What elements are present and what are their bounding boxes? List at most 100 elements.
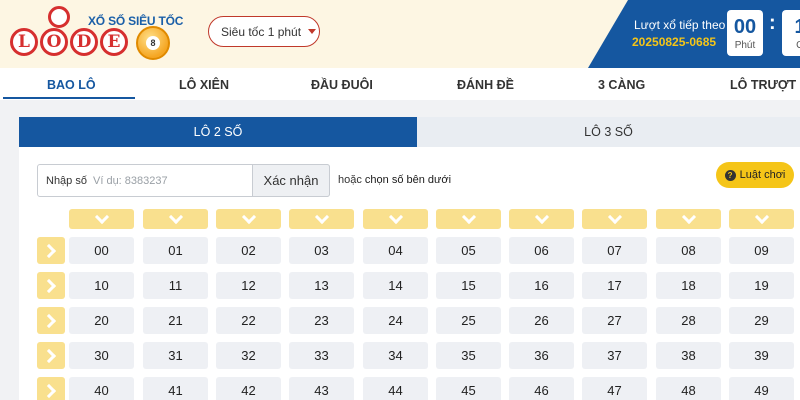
chevron-down-icon — [388, 209, 403, 224]
column-select-button[interactable] — [363, 209, 428, 229]
row-select-button[interactable] — [37, 307, 65, 334]
number-cell[interactable]: 48 — [656, 377, 721, 400]
number-cell[interactable]: 35 — [436, 342, 501, 369]
column-select-button[interactable] — [216, 209, 281, 229]
number-cell[interactable]: 13 — [289, 272, 354, 299]
number-cell[interactable]: 07 — [582, 237, 647, 264]
number-entry: Nhập số Xác nhận — [37, 164, 330, 197]
number-cell[interactable]: 08 — [656, 237, 721, 264]
subtab-lo-2-so[interactable]: LÔ 2 SỐ — [19, 117, 417, 147]
number-cell[interactable]: 49 — [729, 377, 794, 400]
column-select-button[interactable] — [582, 209, 647, 229]
category-nav: BAO LÔ LÔ XIÊN ĐẦU ĐUÔI ĐÁNH ĐỀ 3 CÀNG L… — [0, 68, 800, 100]
row-select-button[interactable] — [37, 377, 65, 400]
number-cell[interactable]: 15 — [436, 272, 501, 299]
column-select-button[interactable] — [143, 209, 208, 229]
minutes-value: 00 — [733, 16, 757, 38]
tab-lo-xien[interactable]: LÔ XIÊN — [179, 78, 229, 92]
tab-lo-truot[interactable]: LÔ TRƯỢT — [730, 78, 796, 92]
logo-letter: O — [40, 28, 68, 56]
number-input[interactable] — [93, 166, 253, 195]
next-draw-label: Lượt xổ tiếp theo — [634, 18, 726, 32]
number-cell[interactable]: 43 — [289, 377, 354, 400]
number-cell[interactable]: 05 — [436, 237, 501, 264]
number-cell[interactable]: 34 — [363, 342, 428, 369]
number-cell[interactable]: 37 — [582, 342, 647, 369]
number-panel: Nhập số Xác nhận hoặc chọn số bên dưới ?… — [19, 147, 800, 400]
number-cell[interactable]: 25 — [436, 307, 501, 334]
seconds-unit: G — [782, 40, 800, 51]
rules-label: Luật chơi — [739, 169, 786, 181]
countdown-panel: Lượt xổ tiếp theo 20250825-0685 00 Phút … — [588, 0, 800, 68]
number-cell[interactable]: 27 — [582, 307, 647, 334]
number-cell[interactable]: 00 — [69, 237, 134, 264]
column-select-button[interactable] — [729, 209, 794, 229]
number-cell[interactable]: 46 — [509, 377, 574, 400]
number-cell[interactable]: 29 — [729, 307, 794, 334]
time-separator: : — [769, 12, 776, 34]
number-cell[interactable]: 28 — [656, 307, 721, 334]
number-cell[interactable]: 40 — [69, 377, 134, 400]
row-select-button[interactable] — [37, 342, 65, 369]
chevron-right-icon — [41, 348, 56, 363]
tab-dau-duoi[interactable]: ĐẦU ĐUÔI — [311, 78, 373, 92]
number-cell[interactable]: 22 — [216, 307, 281, 334]
column-select-button[interactable] — [289, 209, 354, 229]
confirm-button[interactable]: Xác nhận — [252, 164, 330, 197]
number-cell[interactable]: 36 — [509, 342, 574, 369]
row-select-button[interactable] — [37, 237, 65, 264]
number-cell[interactable]: 12 — [216, 272, 281, 299]
number-cell[interactable]: 38 — [656, 342, 721, 369]
number-cell[interactable]: 03 — [289, 237, 354, 264]
number-cell[interactable]: 01 — [143, 237, 208, 264]
caret-down-icon — [308, 29, 317, 34]
column-select-button[interactable] — [509, 209, 574, 229]
number-cell[interactable]: 42 — [216, 377, 281, 400]
tab-3-cang[interactable]: 3 CÀNG — [598, 78, 645, 92]
number-cell[interactable]: 18 — [656, 272, 721, 299]
number-cell[interactable]: 47 — [582, 377, 647, 400]
tab-bao-lo[interactable]: BAO LÔ — [47, 78, 96, 92]
number-cell[interactable]: 10 — [69, 272, 134, 299]
number-cell[interactable]: 44 — [363, 377, 428, 400]
seconds-box: 1 G — [782, 10, 800, 56]
row-select-button[interactable] — [37, 272, 65, 299]
number-cell[interactable]: 26 — [509, 307, 574, 334]
content-area: LÔ 2 SỐ LÔ 3 SỐ Nhập số Xác nhận hoặc ch… — [0, 100, 800, 400]
minutes-unit: Phút — [734, 40, 756, 51]
tab-danh-de[interactable]: ĐÁNH ĐỀ — [457, 78, 514, 92]
number-cell[interactable]: 06 — [509, 237, 574, 264]
number-cell[interactable]: 17 — [582, 272, 647, 299]
number-cell[interactable]: 45 — [436, 377, 501, 400]
number-cell[interactable]: 02 — [216, 237, 281, 264]
rules-button[interactable]: ? Luật chơi — [716, 162, 794, 188]
number-cell[interactable]: 16 — [509, 272, 574, 299]
number-cell[interactable]: 19 — [729, 272, 794, 299]
number-cell[interactable]: 20 — [69, 307, 134, 334]
column-select-button[interactable] — [656, 209, 721, 229]
logo-letter: E — [100, 28, 128, 56]
column-select-button[interactable] — [436, 209, 501, 229]
number-cell[interactable]: 24 — [363, 307, 428, 334]
seconds-value: 1 — [782, 14, 800, 40]
number-cell[interactable]: 21 — [143, 307, 208, 334]
header: XỔ SỐ SIÊU TỐC L O D E 8 Siêu tốc 1 phút… — [0, 0, 800, 68]
number-cell[interactable]: 31 — [143, 342, 208, 369]
chevron-right-icon — [41, 278, 56, 293]
subtab-lo-3-so[interactable]: LÔ 3 SỐ — [417, 117, 800, 147]
number-cell[interactable]: 14 — [363, 272, 428, 299]
number-cell[interactable]: 32 — [216, 342, 281, 369]
column-select-button[interactable] — [69, 209, 134, 229]
speed-select[interactable]: Siêu tốc 1 phút — [208, 16, 320, 47]
number-cell[interactable]: 33 — [289, 342, 354, 369]
number-cell[interactable]: 39 — [729, 342, 794, 369]
number-cell[interactable]: 04 — [363, 237, 428, 264]
site-logo[interactable]: XỔ SỐ SIÊU TỐC L O D E 8 — [8, 6, 183, 64]
number-cell[interactable]: 11 — [143, 272, 208, 299]
number-cell[interactable]: 41 — [143, 377, 208, 400]
number-cell[interactable]: 30 — [69, 342, 134, 369]
or-hint: hoặc chọn số bên dưới — [338, 174, 451, 186]
chevron-down-icon — [607, 209, 622, 224]
number-cell[interactable]: 23 — [289, 307, 354, 334]
number-cell[interactable]: 09 — [729, 237, 794, 264]
